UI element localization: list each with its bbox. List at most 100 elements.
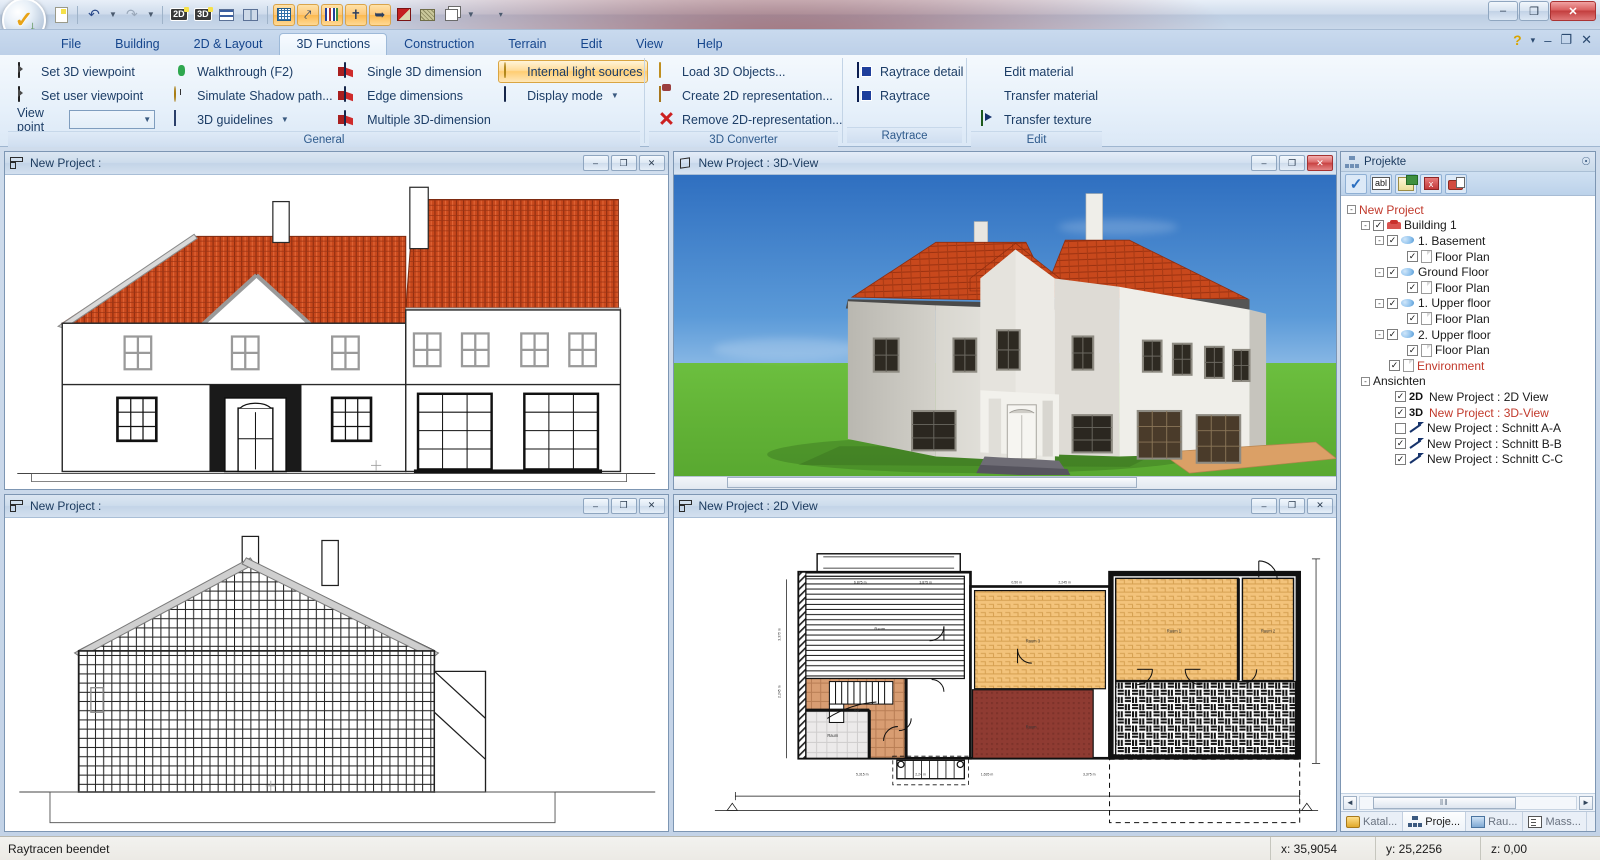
tab-3d-functions[interactable]: 3D Functions (279, 33, 387, 56)
scroll-track[interactable]: ‖‖ (1359, 796, 1577, 810)
redo-dropdown[interactable]: ▼ (145, 10, 157, 19)
window-close-button[interactable]: ✕ (1550, 1, 1596, 21)
apply-check-button[interactable]: ✓ (1345, 174, 1367, 194)
undo-dropdown[interactable]: ▼ (107, 10, 119, 19)
rename-abl-button[interactable]: abl (1370, 174, 1392, 194)
dock-tab-katalog[interactable]: Katal... (1341, 812, 1403, 831)
tree-item-basement[interactable]: - ✓ 1. Basement (1345, 233, 1595, 249)
edge-dimensions-button[interactable]: Edge dimensions (338, 84, 490, 107)
tree-item-upper-floor-2[interactable]: - ✓ 2. Upper floor (1345, 327, 1595, 343)
display-mode-button[interactable]: Display mode ▼ (498, 84, 648, 107)
set-user-viewpoint-button[interactable]: Set user viewpoint (12, 84, 160, 107)
mdi-titlebar[interactable]: New Project : 2D View – ❐ ✕ (674, 495, 1337, 518)
raytrace-button[interactable]: Raytrace (851, 84, 959, 107)
tree-checkbox[interactable]: ✓ (1387, 329, 1398, 340)
tree-checkbox[interactable]: ✓ (1389, 360, 1400, 371)
mdi-minimize-button[interactable]: – (1251, 498, 1277, 514)
tab-help[interactable]: Help (680, 33, 740, 56)
truss-button[interactable] (417, 4, 439, 26)
mdi-minimize-button[interactable]: – (1251, 155, 1277, 171)
expander-icon[interactable]: - (1361, 377, 1370, 386)
mdi-close-button[interactable]: ✕ (1307, 155, 1333, 171)
mdi-minimize-button[interactable]: – (583, 155, 609, 171)
dock-tab-massen[interactable]: Mass... (1523, 812, 1586, 831)
tree-checkbox[interactable]: ✓ (1407, 313, 1418, 324)
transfer-material-button[interactable]: Transfer material (975, 84, 1099, 107)
tree-item-floor-plan[interactable]: ✓ Floor Plan (1345, 280, 1595, 296)
mdi-window-3d-view[interactable]: New Project : 3D-View – ❐ ✕ (673, 151, 1338, 490)
view-2d-button[interactable]: 2D (168, 4, 190, 26)
flag-red-button[interactable] (393, 4, 415, 26)
mdi-restore-button[interactable]: ❐ (1279, 155, 1305, 171)
properties-button[interactable] (1395, 174, 1417, 194)
tree-checkbox[interactable]: ✓ (1395, 454, 1406, 465)
vertical-split-button[interactable] (240, 4, 262, 26)
mdi-window-content-3d[interactable] (674, 175, 1337, 489)
create-2d-representation-button[interactable]: Create 2D representation... (653, 84, 835, 107)
mdi-close-button[interactable]: ✕ (1307, 498, 1333, 514)
tree-item-schnitt-b-b[interactable]: ✓ New Project : Schnitt B-B (1345, 436, 1595, 452)
tab-view[interactable]: View (619, 33, 680, 56)
application-menu-orb[interactable]: ✓ ↓ (2, 0, 46, 30)
mdi-restore-button[interactable]: ❐ (611, 155, 637, 171)
layers-button[interactable] (321, 4, 343, 26)
single-3d-dimension-button[interactable]: Single 3D dimension (338, 60, 490, 83)
tree-item-3d-view[interactable]: ✓ 3D New Project : 3D-View (1345, 405, 1595, 421)
window-restore-button[interactable]: ❐ (1519, 1, 1549, 21)
tree-item-environment[interactable]: ✓ Environment (1345, 358, 1595, 374)
tree-checkbox[interactable]: ✓ (1387, 267, 1398, 278)
tree-item-schnitt-a-a[interactable]: New Project : Schnitt A-A (1345, 420, 1595, 436)
help-icon[interactable]: ? (1513, 32, 1522, 48)
horizontal-split-button[interactable] (216, 4, 238, 26)
simulate-shadow-path-button[interactable]: Simulate Shadow path... (168, 84, 330, 107)
tree-checkbox[interactable]: ✓ (1407, 251, 1418, 262)
chevron-down-icon[interactable]: ▼ (281, 115, 289, 124)
grid-button[interactable] (273, 4, 295, 26)
tab-2d-layout[interactable]: 2D & Layout (177, 33, 280, 56)
tree-checkbox[interactable]: ✓ (1407, 282, 1418, 293)
project-tree[interactable]: - New Project - ✓ Building 1 - ✓ 1. Base… (1341, 196, 1595, 793)
mdi-titlebar[interactable]: New Project : – ❐ ✕ (5, 152, 668, 175)
viewpoint-combobox[interactable]: ▼ (69, 110, 155, 129)
dock-tab-raume[interactable]: Rau... (1466, 812, 1523, 831)
mdi-minimize-button[interactable]: – (583, 498, 609, 514)
scroll-right-arrow[interactable]: ► (1579, 796, 1593, 810)
mdi-window-2d-view[interactable]: New Project : 2D View – ❐ ✕ (673, 494, 1338, 833)
window-minimize-button[interactable]: – (1488, 1, 1518, 21)
tree-checkbox[interactable]: ✓ (1395, 391, 1406, 402)
chevron-down-icon[interactable]: ▼ (611, 91, 619, 100)
scrollbar-thumb[interactable] (727, 477, 1138, 488)
new-building-button[interactable] (1445, 174, 1467, 194)
ribbon-minimize-button[interactable]: – (1544, 33, 1551, 48)
mdi-window-content[interactable] (5, 518, 668, 832)
ribbon-restore-button[interactable]: ❐ (1560, 32, 1572, 48)
remove-2d-representation-button[interactable]: Remove 2D-representation... (653, 108, 835, 131)
tree-checkbox[interactable]: ✓ (1407, 345, 1418, 356)
mdi-close-button[interactable]: ✕ (639, 498, 665, 514)
tree-checkbox[interactable]: ✓ (1387, 298, 1398, 309)
transfer-texture-button[interactable]: Transfer texture (975, 108, 1099, 131)
load-3d-objects-button[interactable]: Load 3D Objects... (653, 60, 835, 83)
tree-item-ansichten[interactable]: - Ansichten (1345, 374, 1595, 390)
expander-icon[interactable]: - (1347, 205, 1356, 214)
tree-item-ground-floor[interactable]: - ✓ Ground Floor (1345, 264, 1595, 280)
pointer-button[interactable]: ➥ (369, 4, 391, 26)
tree-item-upper-floor-1[interactable]: - ✓ 1. Upper floor (1345, 296, 1595, 312)
help-dropdown-icon[interactable]: ▾ (1531, 35, 1536, 46)
expander-icon[interactable]: - (1375, 236, 1384, 245)
mdi-titlebar-active[interactable]: New Project : 3D-View – ❐ ✕ (674, 152, 1337, 175)
scroll-left-arrow[interactable]: ◄ (1343, 796, 1357, 810)
dock-horizontal-scrollbar[interactable]: ◄ ‖‖ ► (1341, 793, 1595, 811)
tree-checkbox[interactable] (1395, 423, 1406, 434)
undo-button[interactable]: ↶ (83, 4, 105, 26)
snap-button[interactable]: ✝ (345, 4, 367, 26)
mdi-restore-button[interactable]: ❐ (1279, 498, 1305, 514)
tree-item-floor-plan[interactable]: ✓ Floor Plan (1345, 342, 1595, 358)
mdi-window-front-elevation[interactable]: New Project : – ❐ ✕ (4, 151, 669, 490)
mdi-close-button[interactable]: ✕ (639, 155, 665, 171)
auto-hide-pin-icon[interactable]: ☉ (1581, 155, 1591, 168)
select-arrow-button[interactable]: ⤤ (297, 4, 319, 26)
tree-item-new-project[interactable]: - New Project (1345, 202, 1595, 218)
tree-checkbox[interactable]: ✓ (1395, 407, 1406, 418)
tree-checkbox[interactable]: ✓ (1395, 438, 1406, 449)
